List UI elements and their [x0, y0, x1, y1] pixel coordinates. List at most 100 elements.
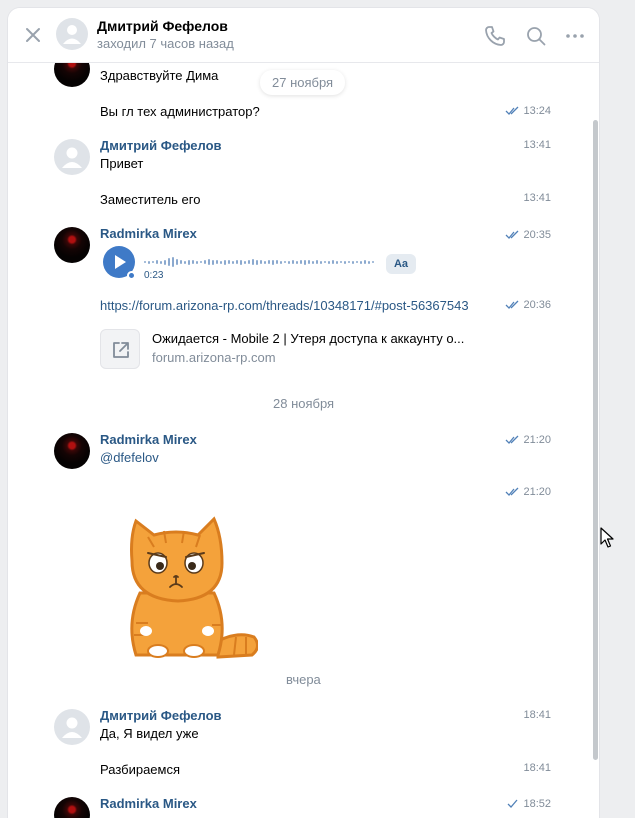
message-time: 13:41: [523, 192, 551, 204]
time-label: 20:36: [523, 299, 551, 311]
chat-panel: Дмитрий Фефелов заходил 7 часов назад Зд…: [8, 8, 599, 818]
waveform-bar: [268, 260, 270, 264]
waveform-bar: [152, 261, 154, 263]
time-label: 20:35: [523, 229, 551, 241]
waveform-bar: [264, 260, 266, 264]
waveform-bar: [204, 260, 206, 264]
message-time: 13:41: [523, 139, 551, 151]
waveform-bar: [300, 260, 302, 264]
close-icon[interactable]: [22, 24, 44, 46]
message-author[interactable]: Radmirka Mirex: [100, 432, 197, 447]
message-time: 13:24: [505, 105, 551, 117]
link-snippet-domain: forum.arizona-rp.com: [152, 350, 276, 365]
message-time: 20:35: [505, 229, 551, 241]
waveform-bar: [160, 260, 162, 264]
avatar[interactable]: [54, 139, 90, 175]
message-author[interactable]: Дмитрий Фефелов: [100, 138, 222, 153]
waveform-bar: [168, 258, 170, 266]
waveform-bar: [312, 260, 314, 264]
chat-title[interactable]: Дмитрий Фефелов: [97, 18, 228, 34]
waveform-bar: [220, 260, 222, 264]
message-text: Да, Я видел уже: [100, 726, 199, 741]
waveform-bar: [360, 260, 362, 264]
waveform-bar: [364, 260, 366, 264]
message-time: 20:36: [505, 299, 551, 311]
waveform-bar: [280, 260, 282, 264]
waveform-bar: [252, 259, 254, 265]
message-link[interactable]: https://forum.arizona-rp.com/threads/103…: [100, 298, 469, 313]
avatar[interactable]: [56, 18, 88, 50]
waveform-bar: [332, 260, 334, 264]
waveform-bar: [304, 259, 306, 265]
mention-link[interactable]: @dfefelov: [100, 450, 159, 465]
read-check-icon: [506, 487, 519, 496]
waveform-bar: [236, 260, 238, 264]
message-text: Разбираемся: [100, 762, 181, 777]
date-separator: 27 ноября: [260, 70, 346, 95]
waveform-bar: [148, 260, 150, 264]
waveform-bar: [228, 260, 230, 264]
read-check-icon: [506, 106, 519, 115]
mouse-cursor-icon: [600, 527, 614, 548]
waveform-bar: [164, 259, 166, 265]
search-icon[interactable]: [524, 24, 548, 48]
message-time: 21:20: [505, 486, 551, 498]
waveform-bar: [176, 259, 178, 265]
link-snippet-title[interactable]: Ожидается - Mobile 2 | Утеря доступа к а…: [152, 331, 492, 346]
waveform-bar: [272, 259, 274, 265]
read-check-icon: [506, 230, 519, 239]
avatar[interactable]: [54, 797, 90, 818]
voice-message: 0:23 Aa: [103, 246, 423, 282]
waveform-bar: [216, 260, 218, 264]
sad-cat-sticker[interactable]: [118, 513, 258, 661]
waveform-bar: [224, 259, 226, 265]
avatar[interactable]: [54, 227, 90, 263]
waveform-bar: [308, 260, 310, 264]
date-separator: вчера: [286, 672, 321, 687]
message-text: Вы гл тех администратор?: [100, 104, 260, 119]
message-text: Заместитель его: [100, 192, 201, 207]
waveform-bar: [208, 259, 210, 265]
voice-waveform[interactable]: [144, 253, 376, 271]
message-time: 18:41: [523, 709, 551, 721]
time-label: 18:41: [523, 762, 551, 774]
time-label: 13:24: [523, 105, 551, 117]
waveform-bar: [244, 260, 246, 264]
waveform-bar: [212, 259, 214, 265]
read-check-icon: [506, 300, 519, 309]
phone-icon[interactable]: [483, 24, 507, 48]
message-author[interactable]: Radmirka Mirex: [100, 796, 197, 811]
waveform-bar: [284, 261, 286, 263]
sent-check-icon: [508, 799, 518, 808]
message-author[interactable]: Дмитрий Фефелов: [100, 708, 222, 723]
chat-status: заходил 7 часов назад: [97, 36, 234, 51]
waveform-bar: [288, 260, 290, 264]
waveform-bar: [256, 259, 258, 265]
waveform-bar: [316, 260, 318, 264]
message-text: Привет: [100, 156, 144, 171]
waveform-bar: [324, 261, 326, 263]
waveform-bar: [232, 260, 234, 264]
waveform-bar: [276, 260, 278, 264]
time-label: 21:20: [523, 434, 551, 446]
more-icon[interactable]: [563, 24, 587, 48]
waveform-bar: [328, 260, 330, 264]
waveform-bar: [356, 261, 358, 263]
scrollbar[interactable]: [593, 120, 598, 760]
avatar[interactable]: [54, 709, 90, 745]
date-separator: 28 ноября: [273, 396, 335, 411]
avatar[interactable]: [54, 433, 90, 469]
time-label: 18:41: [523, 709, 551, 721]
waveform-bar: [344, 260, 346, 264]
external-link-icon: [113, 342, 129, 358]
message-author[interactable]: Radmirka Mirex: [100, 226, 197, 241]
unread-dot: [127, 271, 136, 280]
waveform-bar: [368, 260, 370, 264]
waveform-bar: [200, 261, 202, 263]
waveform-bar: [372, 261, 374, 263]
message-time: 18:52: [505, 798, 551, 810]
link-snippet-icon[interactable]: [100, 329, 140, 369]
transcribe-button[interactable]: Aa: [386, 254, 416, 274]
time-label: 13:41: [523, 192, 551, 204]
message-time: 21:20: [505, 434, 551, 446]
